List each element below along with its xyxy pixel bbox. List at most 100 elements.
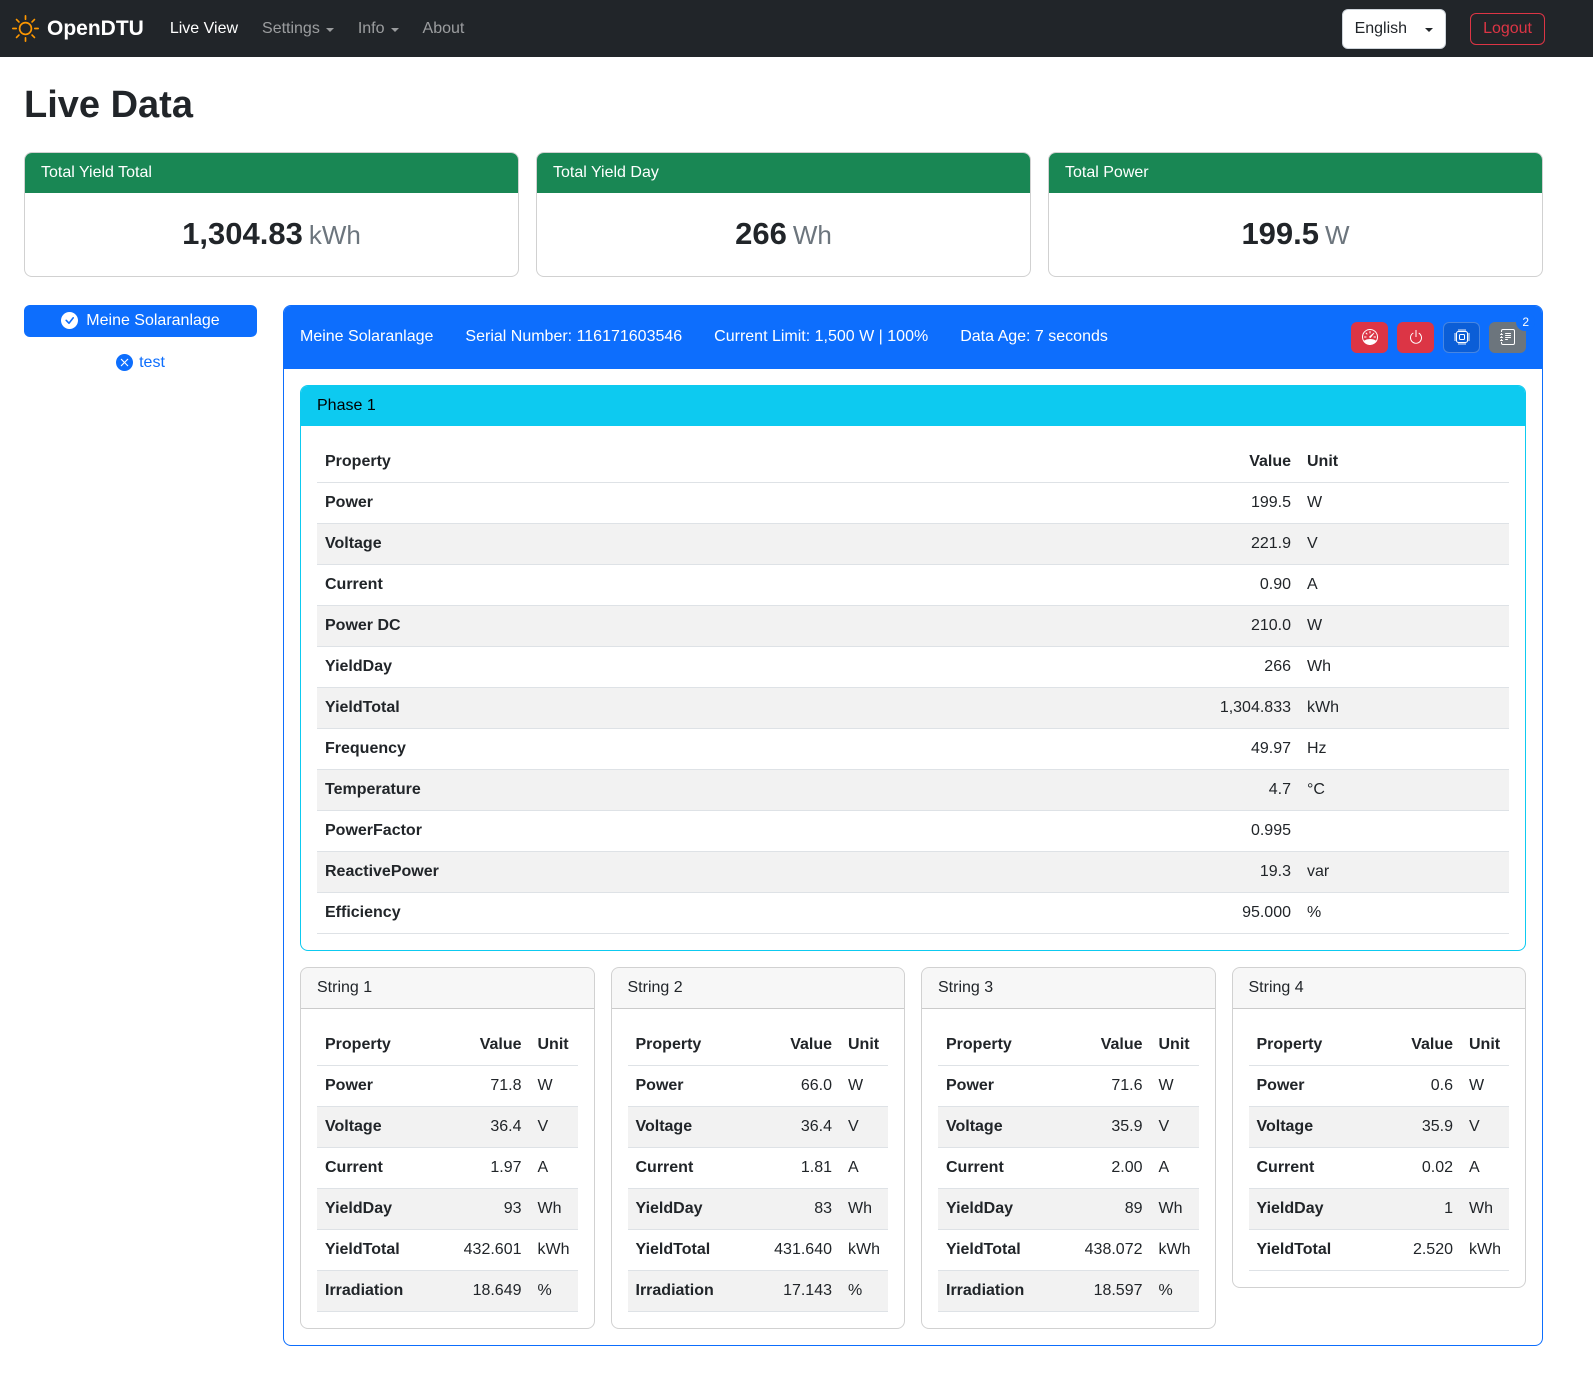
unit-cell: % bbox=[1299, 892, 1509, 933]
value-cell: 83 bbox=[760, 1188, 840, 1229]
table-row: YieldTotal 1,304.833 kWh bbox=[317, 687, 1509, 728]
value-cell: 0.6 bbox=[1381, 1065, 1461, 1106]
table-row: YieldDay 93 Wh bbox=[317, 1188, 578, 1229]
value-cell: 18.649 bbox=[450, 1270, 530, 1311]
nav-item-settings[interactable]: Settings bbox=[250, 9, 346, 49]
unit-cell: % bbox=[1151, 1270, 1199, 1311]
nav-item-live-view[interactable]: Live View bbox=[158, 9, 250, 49]
column-value: Value bbox=[450, 1025, 530, 1066]
inverter-test-label: test bbox=[139, 351, 165, 375]
property-cell: YieldTotal bbox=[317, 1229, 450, 1270]
inverter-limit: Current Limit: 1,500 W | 100% bbox=[714, 325, 928, 349]
column-unit: Unit bbox=[840, 1025, 888, 1066]
unit-cell: Hz bbox=[1299, 728, 1509, 769]
value-cell: 0.995 bbox=[1169, 810, 1299, 851]
column-property: Property bbox=[628, 1025, 761, 1066]
table-row: YieldDay 83 Wh bbox=[628, 1188, 889, 1229]
property-cell: YieldDay bbox=[317, 1188, 450, 1229]
summary-card-body: 266Wh bbox=[537, 193, 1030, 276]
table-row: YieldDay 266 Wh bbox=[317, 646, 1509, 687]
property-cell: Irradiation bbox=[317, 1270, 450, 1311]
property-cell: Temperature bbox=[317, 769, 1169, 810]
string-body: Property Value Unit Power bbox=[301, 1009, 594, 1312]
summary-unit: Wh bbox=[793, 220, 832, 250]
property-cell: PowerFactor bbox=[317, 810, 1169, 851]
table-row: YieldTotal 431.640 kWh bbox=[628, 1229, 889, 1270]
cpu-icon bbox=[1454, 329, 1470, 345]
inverter-card: Meine Solaranlage Serial Number: 1161716… bbox=[283, 305, 1543, 1346]
column-property: Property bbox=[1249, 1025, 1382, 1066]
summary-card-body: 199.5W bbox=[1049, 193, 1542, 276]
phase-body: Property Value Unit Power bbox=[301, 426, 1525, 934]
value-cell: 432.601 bbox=[450, 1229, 530, 1270]
column-value: Value bbox=[1169, 442, 1299, 483]
brand-link[interactable]: OpenDTU bbox=[12, 13, 144, 45]
unit-cell: % bbox=[530, 1270, 578, 1311]
main-row: Meine Solaranlage test Meine Solaranlage… bbox=[24, 305, 1543, 1346]
value-cell: 1 bbox=[1381, 1188, 1461, 1229]
table-row: Power 0.6 W bbox=[1249, 1065, 1510, 1106]
power-button[interactable] bbox=[1397, 322, 1434, 353]
table-row: Power 66.0 W bbox=[628, 1065, 889, 1106]
nav-info-label: Info bbox=[358, 17, 385, 41]
string-table: Property Value Unit Power bbox=[1249, 1025, 1510, 1271]
column-property: Property bbox=[317, 442, 1169, 483]
nav-item-about[interactable]: About bbox=[411, 9, 477, 49]
table-row: ReactivePower 19.3 var bbox=[317, 851, 1509, 892]
table-row: Current 2.00 A bbox=[938, 1147, 1199, 1188]
value-cell: 18.597 bbox=[1071, 1270, 1151, 1311]
table-row: YieldTotal 438.072 kWh bbox=[938, 1229, 1199, 1270]
speedometer-icon bbox=[1362, 329, 1378, 345]
language-value: English bbox=[1355, 17, 1407, 41]
unit-cell: A bbox=[530, 1147, 578, 1188]
table-row: PowerFactor 0.995 bbox=[317, 810, 1509, 851]
unit-cell: °C bbox=[1299, 769, 1509, 810]
property-cell: Power DC bbox=[317, 605, 1169, 646]
logout-button[interactable]: Logout bbox=[1470, 13, 1545, 45]
inverter-item-test[interactable]: test bbox=[24, 351, 257, 375]
string-card-2: String 2 Property Value Unit bbox=[611, 967, 906, 1329]
value-cell: 1,304.833 bbox=[1169, 687, 1299, 728]
journal-icon bbox=[1500, 329, 1516, 345]
column-unit: Unit bbox=[1461, 1025, 1509, 1066]
unit-cell: W bbox=[1299, 605, 1509, 646]
device-info-button[interactable] bbox=[1443, 322, 1480, 353]
column-value: Value bbox=[1071, 1025, 1151, 1066]
unit-cell: V bbox=[1299, 523, 1509, 564]
events-button[interactable]: 2 bbox=[1489, 322, 1526, 353]
inverter-selected-button[interactable]: Meine Solaranlage bbox=[24, 305, 257, 337]
limit-settings-button[interactable] bbox=[1351, 322, 1388, 353]
value-cell: 71.8 bbox=[450, 1065, 530, 1106]
nav-item-info[interactable]: Info bbox=[346, 9, 411, 49]
value-cell: 210.0 bbox=[1169, 605, 1299, 646]
summary-card-title: Total Yield Day bbox=[537, 153, 1030, 193]
unit-cell: V bbox=[840, 1106, 888, 1147]
summary-value: 266 bbox=[735, 216, 787, 251]
nav-settings-label: Settings bbox=[262, 17, 320, 41]
language-select[interactable]: English bbox=[1342, 9, 1446, 49]
inverter-actions: 2 bbox=[1351, 322, 1526, 353]
summary-value: 199.5 bbox=[1241, 216, 1319, 251]
string-table: Property Value Unit Power bbox=[938, 1025, 1199, 1312]
unit-cell: W bbox=[1299, 482, 1509, 523]
property-cell: Current bbox=[317, 564, 1169, 605]
table-row: Power 71.6 W bbox=[938, 1065, 1199, 1106]
inverter-card-header: Meine Solaranlage Serial Number: 1161716… bbox=[284, 306, 1542, 369]
value-cell: 2.00 bbox=[1071, 1147, 1151, 1188]
value-cell: 89 bbox=[1071, 1188, 1151, 1229]
power-icon bbox=[1408, 329, 1424, 345]
chevron-down-icon bbox=[1425, 28, 1433, 32]
table-row: Current 1.97 A bbox=[317, 1147, 578, 1188]
property-cell: Power bbox=[628, 1065, 761, 1106]
value-cell: 36.4 bbox=[450, 1106, 530, 1147]
value-cell: 35.9 bbox=[1071, 1106, 1151, 1147]
string-body: Property Value Unit Power bbox=[612, 1009, 905, 1312]
property-cell: ReactivePower bbox=[317, 851, 1169, 892]
value-cell: 35.9 bbox=[1381, 1106, 1461, 1147]
table-header-row: Property Value Unit bbox=[938, 1025, 1199, 1066]
unit-cell: Wh bbox=[530, 1188, 578, 1229]
table-row: Irradiation 18.649 % bbox=[317, 1270, 578, 1311]
value-cell: 71.6 bbox=[1071, 1065, 1151, 1106]
string-table: Property Value Unit Power bbox=[317, 1025, 578, 1312]
unit-cell: V bbox=[530, 1106, 578, 1147]
